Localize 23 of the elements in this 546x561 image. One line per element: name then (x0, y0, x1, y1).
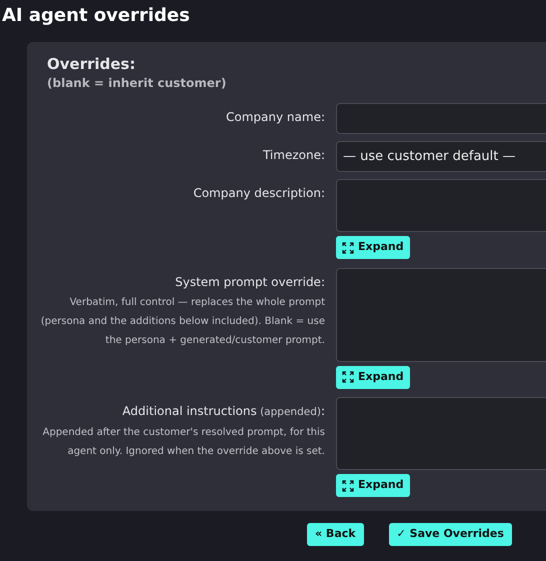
expand-button[interactable]: Expand (336, 474, 410, 497)
text-field[interactable] (336, 103, 546, 134)
panel-subheading: (blank = inherit customer) (47, 75, 226, 92)
expand-icon (342, 242, 354, 254)
text-area[interactable] (336, 179, 546, 232)
help-text: Verbatim, full control — replaces the whole prompt (persona and the additions below included). Blank = use the persona + generated/customer prompt. (40, 296, 325, 348)
back-button[interactable]: « Back (307, 522, 364, 546)
text-area[interactable] (336, 268, 546, 362)
field-label: Additional instructions (appended): (122, 403, 325, 420)
field-label: System prompt override: (175, 274, 325, 290)
save-button[interactable]: ✓ Save Overrides (388, 522, 512, 546)
field-label: Timezone: (262, 147, 325, 164)
text-area[interactable] (336, 397, 546, 470)
help-text: Appended after the customer's resolved prompt, for this agent only. Ignored when the override above is set. (42, 426, 325, 459)
expand-icon (342, 480, 354, 492)
expand-icon (342, 371, 354, 383)
expand-button[interactable]: Expand (336, 366, 410, 388)
panel-heading: Overrides: (47, 54, 136, 74)
field-label: Company description: (193, 185, 325, 202)
timezone-select[interactable]: — use customer default — (336, 141, 546, 172)
page-title: AI agent overrides (2, 4, 190, 28)
field-label: Company name: (226, 109, 325, 126)
expand-button[interactable]: Expand (336, 236, 410, 259)
